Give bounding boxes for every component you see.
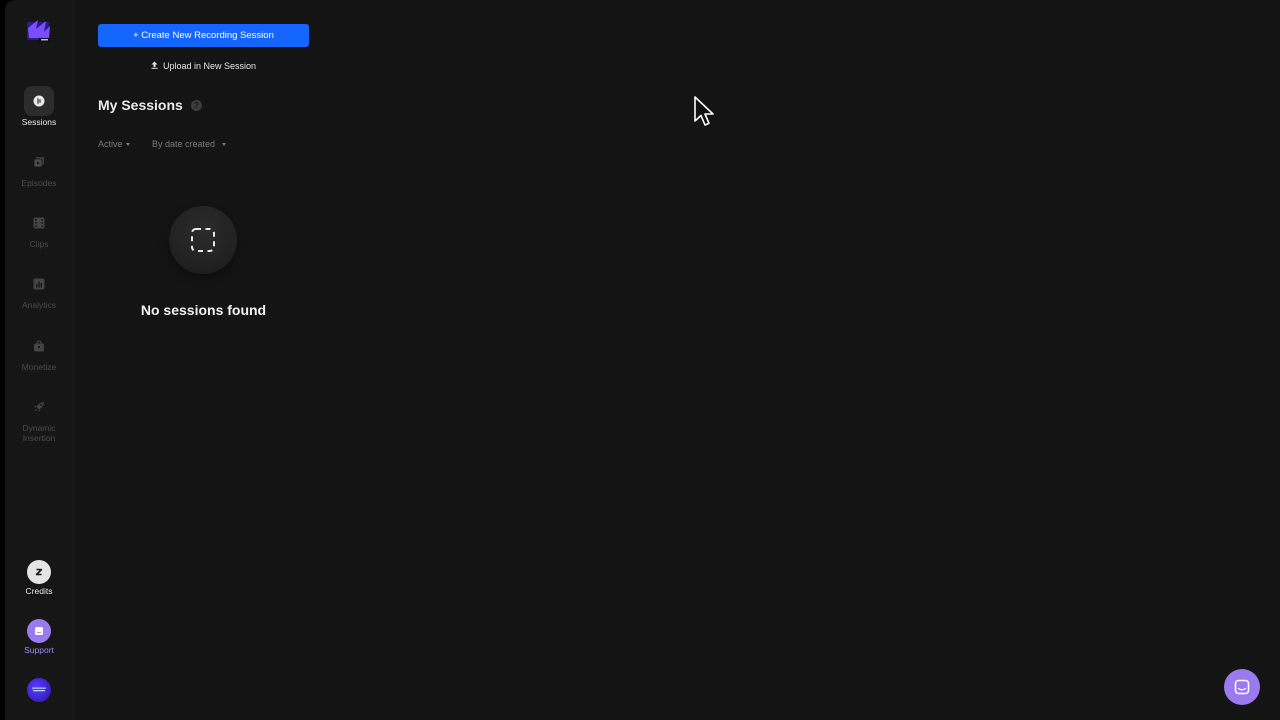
sidebar-item-label: Monetize xyxy=(21,362,57,372)
user-avatar[interactable] xyxy=(5,678,73,702)
sidebar-item-clips[interactable]: Clips xyxy=(5,208,73,249)
sidebar-item-label: Episodes xyxy=(21,178,57,188)
chat-launcher-button[interactable] xyxy=(1224,669,1260,705)
sidebar-item-episodes[interactable]: Episodes xyxy=(5,147,73,188)
mic-icon xyxy=(24,86,54,116)
film-icon xyxy=(24,208,54,238)
support-chat-icon xyxy=(27,619,51,643)
upload-session-label: Upload in New Session xyxy=(162,61,257,71)
app-window: Sessions Episodes Clips Analytics Moneti… xyxy=(0,0,1280,720)
bag-icon xyxy=(24,331,54,361)
chevron-down-icon xyxy=(222,142,227,146)
mouse-pointer-icon xyxy=(694,96,714,126)
main-content: + Create New Recording Session Upload in… xyxy=(74,0,1280,720)
dashed-selection-icon xyxy=(191,228,215,252)
sidebar-item-sessions[interactable]: Sessions xyxy=(5,86,73,127)
page-title: My Sessions xyxy=(98,97,183,113)
credits-coin-icon xyxy=(27,560,51,584)
create-session-button[interactable]: + Create New Recording Session xyxy=(98,24,309,47)
avatar-icon xyxy=(27,678,51,702)
episodes-icon xyxy=(24,147,54,177)
sidebar-item-label: Sessions xyxy=(21,117,57,127)
sidebar-item-label: Dynamic Insertion xyxy=(22,423,56,443)
credits-label: Credits xyxy=(25,586,53,596)
sidebar: Sessions Episodes Clips Analytics Moneti… xyxy=(5,0,74,720)
sidebar-item-label: Analytics xyxy=(21,300,56,310)
rocket-icon xyxy=(24,392,54,422)
upload-icon xyxy=(151,61,158,71)
chat-icon xyxy=(1234,679,1250,695)
support-label: Support xyxy=(24,645,54,655)
sidebar-item-dynamic-insertion[interactable]: Dynamic Insertion xyxy=(5,392,73,443)
sidebar-item-monetize[interactable]: Monetize xyxy=(5,331,73,372)
upload-session-button[interactable]: Upload in New Session xyxy=(98,58,309,74)
brand-logo[interactable] xyxy=(24,16,54,46)
chart-icon xyxy=(24,269,54,299)
status-filter-label: Active xyxy=(98,139,123,149)
sidebar-item-label: Clips xyxy=(29,239,49,249)
sidebar-item-support[interactable]: Support xyxy=(5,619,73,655)
sort-dropdown[interactable]: By date created xyxy=(152,139,227,149)
empty-state-illustration xyxy=(169,206,237,274)
sidebar-item-analytics[interactable]: Analytics xyxy=(5,269,73,310)
status-filter-dropdown[interactable]: Active xyxy=(98,139,130,149)
chevron-down-icon xyxy=(125,142,130,146)
empty-state-message: No sessions found xyxy=(140,302,267,318)
sort-label: By date created xyxy=(152,139,216,149)
help-icon[interactable]: ? xyxy=(191,100,202,111)
sidebar-item-credits[interactable]: Credits xyxy=(5,560,73,596)
